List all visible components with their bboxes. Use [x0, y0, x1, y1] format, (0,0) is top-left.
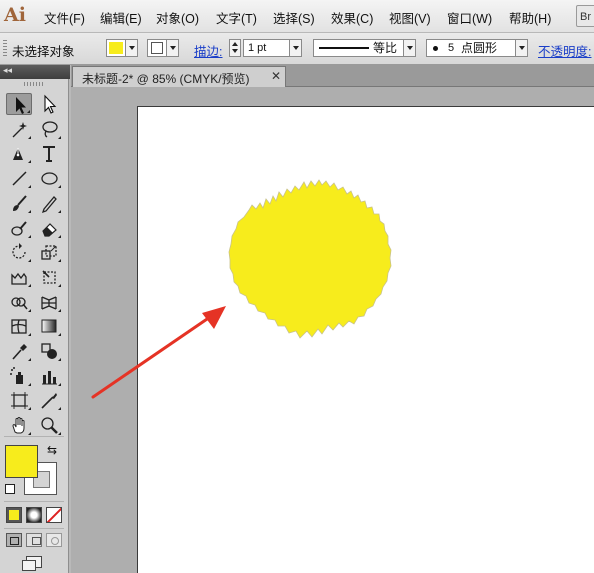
- artwork-layer: [91, 179, 392, 399]
- red-arrow: [91, 306, 226, 399]
- rough-yellow-shape[interactable]: [228, 179, 392, 339]
